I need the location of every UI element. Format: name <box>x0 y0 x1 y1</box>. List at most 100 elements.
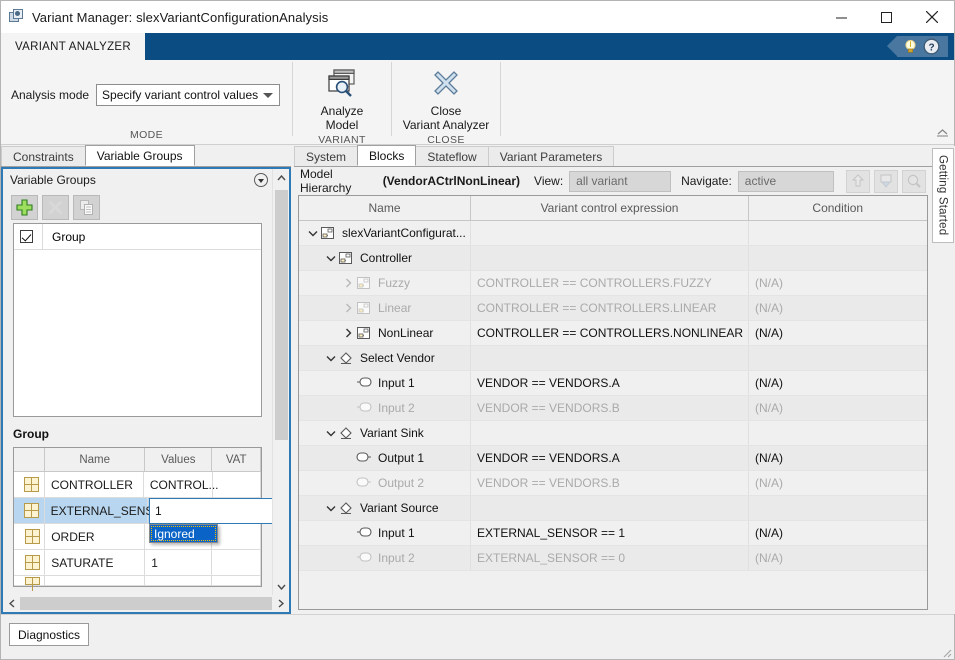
tree-row[interactable]: Output 2VENDOR == VENDORS.B(N/A) <box>299 471 927 496</box>
add-variable-group-button[interactable] <box>11 195 38 220</box>
tab-blocks[interactable]: Blocks <box>357 145 416 166</box>
tree-col-condition[interactable]: Condition <box>749 196 927 220</box>
table-row[interactable]: CONTROLLER CONTROL... <box>14 472 261 498</box>
tree-row[interactable]: NonLinearCONTROLLER == CONTROLLERS.NONLI… <box>299 321 927 346</box>
analyze-model-button[interactable]: Analyze Model <box>293 60 391 134</box>
close-x-icon <box>429 66 463 100</box>
tree-expander-icon[interactable] <box>323 251 338 266</box>
dropdown-option-ignored[interactable]: Ignored <box>150 525 217 542</box>
tab-variable-groups[interactable]: Variable Groups <box>85 145 195 166</box>
search-icon[interactable] <box>902 170 926 193</box>
variable-value-input[interactable] <box>149 498 272 524</box>
variable-value-editor[interactable] <box>149 498 218 524</box>
tree-col-name[interactable]: Name <box>299 196 471 220</box>
inport-icon <box>356 376 373 391</box>
view-select[interactable]: all variant <box>569 171 671 192</box>
table-row[interactable]: ORDER <box>14 524 261 550</box>
tree-expander-icon[interactable] <box>341 476 356 491</box>
right-tab-strip: System Blocks Stateflow Variant Paramete… <box>294 146 932 167</box>
tab-variant-parameters[interactable]: Variant Parameters <box>488 146 615 166</box>
group-checkbox[interactable] <box>20 230 33 243</box>
help-icon[interactable]: ? <box>923 38 940 55</box>
tab-system[interactable]: System <box>294 146 358 166</box>
analysis-mode-select[interactable]: Specify variant control values <box>96 84 280 106</box>
navigate-down-icon[interactable] <box>874 170 898 193</box>
grid-col-vat[interactable]: VAT <box>212 448 261 471</box>
left-panel-vertical-scrollbar[interactable] <box>272 169 289 595</box>
tree-expander-icon[interactable] <box>341 326 356 341</box>
tree-row[interactable]: slexVariantConfigurat... <box>299 221 927 246</box>
tree-expander-icon[interactable] <box>341 551 356 566</box>
tree-expander-icon[interactable] <box>341 301 356 316</box>
lightbulb-icon[interactable] <box>902 38 919 55</box>
close-button[interactable] <box>909 1 954 33</box>
tree-row[interactable]: Input 1EXTERNAL_SENSOR == 1(N/A) <box>299 521 927 546</box>
variable-groups-list[interactable]: Group <box>13 223 262 417</box>
collapse-ribbon-button[interactable] <box>935 128 949 142</box>
analyze-model-label-line1: Analyze <box>321 104 364 118</box>
main-area: Constraints Variable Groups Variable Gro… <box>1 146 954 614</box>
tree-expander-icon[interactable] <box>323 351 338 366</box>
tree-row[interactable]: FuzzyCONTROLLER == CONTROLLERS.FUZZY(N/A… <box>299 271 927 296</box>
tree-expander-icon[interactable] <box>341 276 356 291</box>
scroll-thumb[interactable] <box>20 597 272 610</box>
panel-menu-icon[interactable] <box>254 173 268 187</box>
variable-vat <box>212 550 261 575</box>
tree-expander-icon[interactable] <box>341 451 356 466</box>
tree-col-expression[interactable]: Variant control expression <box>471 196 749 220</box>
copy-variable-group-button <box>73 195 100 220</box>
navigate-up-icon[interactable] <box>846 170 870 193</box>
tree-row[interactable]: Controller <box>299 246 927 271</box>
tab-constraints[interactable]: Constraints <box>1 146 86 166</box>
tree-expander-icon[interactable] <box>305 226 320 241</box>
value-dropdown-list[interactable]: Ignored <box>149 524 218 543</box>
tree-row-name: Input 2 <box>378 401 415 415</box>
tab-stateflow[interactable]: Stateflow <box>415 146 488 166</box>
minimize-button[interactable] <box>819 1 864 33</box>
tree-row-expression: EXTERNAL_SENSOR == 0 <box>477 551 625 565</box>
navigate-select[interactable]: active <box>738 171 834 192</box>
tree-expander-icon[interactable] <box>323 426 338 441</box>
tree-expander-icon[interactable] <box>341 526 356 541</box>
outport-icon <box>356 451 373 466</box>
grid-col-name[interactable]: Name <box>45 448 145 471</box>
scroll-left-icon[interactable] <box>3 595 20 612</box>
ribbon-group-close: Close Variant Analyzer CLOSE <box>392 60 500 145</box>
maximize-button[interactable] <box>864 1 909 33</box>
scroll-down-icon[interactable] <box>273 578 290 595</box>
list-item[interactable]: Group <box>14 224 261 250</box>
table-row[interactable] <box>14 576 261 586</box>
left-panel-horizontal-scrollbar[interactable] <box>3 595 289 612</box>
table-row[interactable]: SATURATE 1 <box>14 550 261 576</box>
diagnostics-button[interactable]: Diagnostics <box>9 623 89 646</box>
tree-row-name: slexVariantConfigurat... <box>342 226 466 240</box>
grid-col-icon <box>14 448 45 471</box>
tree-row[interactable]: Variant Source <box>299 496 927 521</box>
scroll-right-icon[interactable] <box>272 595 289 612</box>
tree-row[interactable]: Variant Sink <box>299 421 927 446</box>
variable-value[interactable]: 1 <box>145 550 212 575</box>
tree-row[interactable]: Input 1VENDOR == VENDORS.A(N/A) <box>299 371 927 396</box>
grid-col-values[interactable]: Values <box>145 448 212 471</box>
scroll-up-icon[interactable] <box>273 169 290 186</box>
tree-row[interactable]: Input 2EXTERNAL_SENSOR == 0(N/A) <box>299 546 927 571</box>
variant-icon <box>338 351 355 366</box>
tree-row[interactable]: Input 2VENDOR == VENDORS.B(N/A) <box>299 396 927 421</box>
table-row[interactable]: EXTERNAL_SENSOR Ign <box>14 498 261 524</box>
navigate-label: Navigate: <box>681 174 732 188</box>
tree-row[interactable]: Output 1VENDOR == VENDORS.A(N/A) <box>299 446 927 471</box>
tree-row[interactable]: LinearCONTROLLER == CONTROLLERS.LINEAR(N… <box>299 296 927 321</box>
getting-started-tab[interactable]: Getting Started <box>932 148 954 243</box>
tab-variant-analyzer[interactable]: VARIANT ANALYZER <box>1 33 145 60</box>
model-hierarchy-label: Model Hierarchy <box>300 167 377 195</box>
model-icon <box>356 326 373 341</box>
tree-expander-icon[interactable] <box>341 376 356 391</box>
tree-expander-icon[interactable] <box>323 501 338 516</box>
tree-expander-icon[interactable] <box>341 401 356 416</box>
scroll-thumb[interactable] <box>275 190 288 440</box>
model-icon <box>356 276 373 291</box>
resize-grip[interactable] <box>940 646 952 658</box>
tree-row[interactable]: Select Vendor <box>299 346 927 371</box>
close-variant-analyzer-button[interactable]: Close Variant Analyzer <box>392 60 500 134</box>
variable-value[interactable]: CONTROL... <box>144 472 213 497</box>
